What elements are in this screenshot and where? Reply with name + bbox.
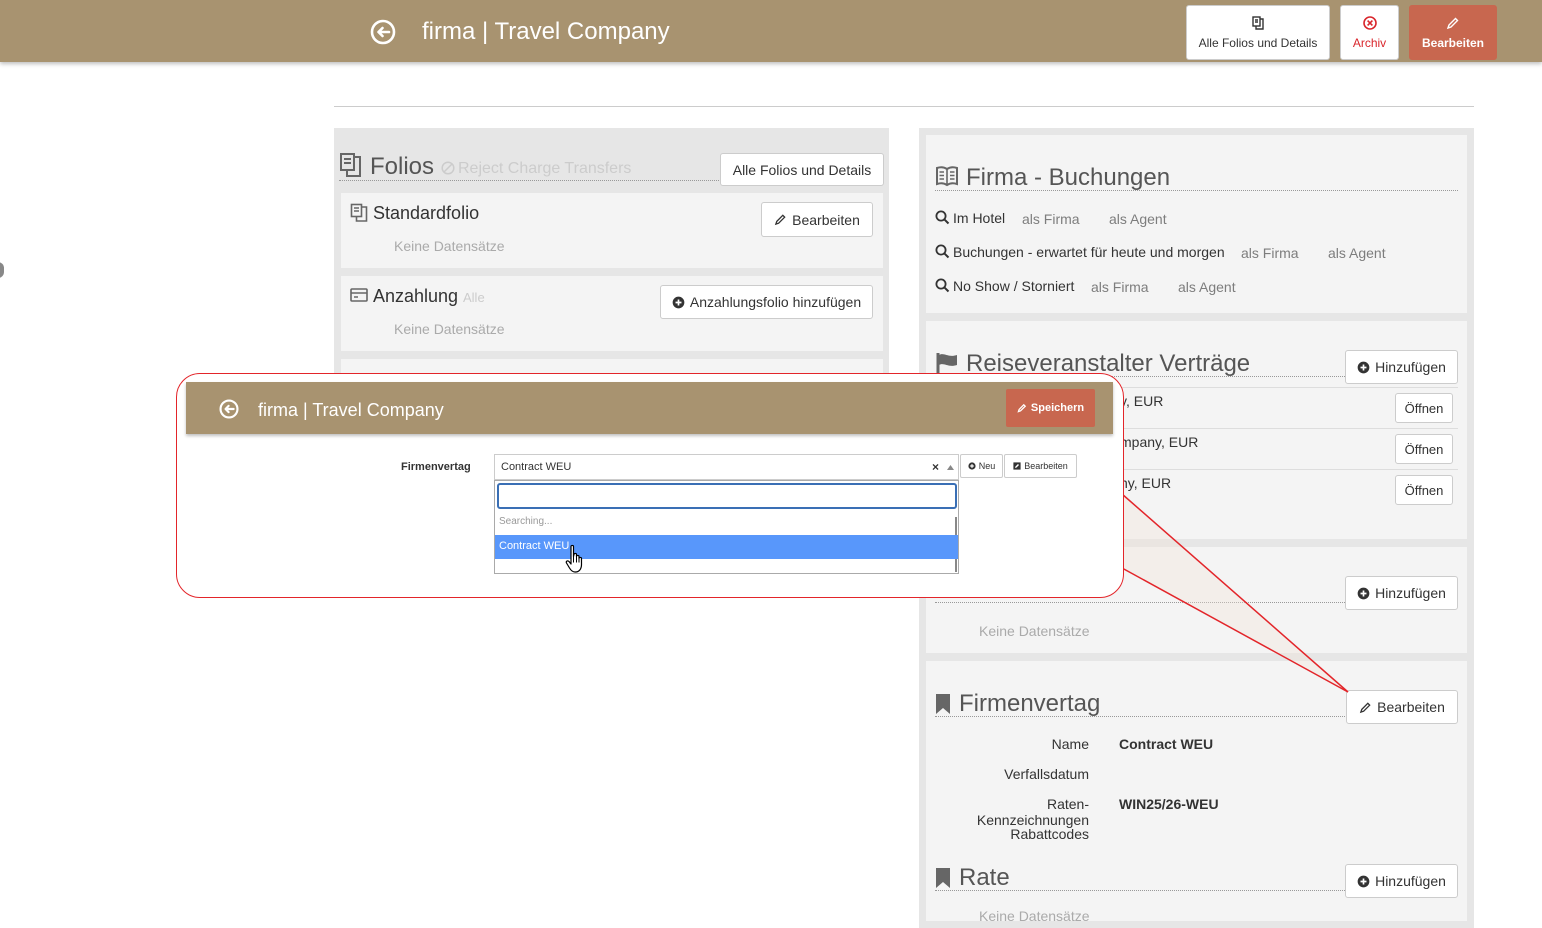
plus-circle-icon xyxy=(968,462,976,470)
company-contract-field-label: Firmenvertag xyxy=(401,461,471,473)
chevron-up-icon[interactable] xyxy=(947,465,954,470)
save-label: Speichern xyxy=(1030,402,1085,414)
edit-contract-label: Bearbeiten xyxy=(1024,461,1068,471)
new-contract-button[interactable]: Neu xyxy=(960,454,1003,478)
company-contract-select[interactable]: Contract WEU × xyxy=(494,454,959,480)
zoom-callout: firma | Travel Company Speichern Firmenv… xyxy=(176,373,1124,598)
back-circle-icon[interactable] xyxy=(219,399,239,419)
pencil-icon xyxy=(1017,403,1027,413)
dropdown-search-input[interactable] xyxy=(497,483,957,509)
new-contract-label: Neu xyxy=(978,461,996,471)
zoom-page-title: firma | Travel Company xyxy=(258,400,444,420)
select-value: Contract WEU xyxy=(501,461,572,473)
edit-square-icon xyxy=(1013,462,1021,470)
clear-selection-icon[interactable]: × xyxy=(932,460,939,474)
dropdown-option-label: Contract WEU xyxy=(499,540,570,552)
zoom-header-bar: firma | Travel Company Speichern xyxy=(186,382,1113,434)
searching-text: Searching... xyxy=(499,516,553,527)
hand-cursor-icon xyxy=(565,544,589,574)
edit-contract-button[interactable]: Bearbeiten xyxy=(1004,454,1077,478)
save-button[interactable]: Speichern xyxy=(1006,389,1095,427)
select-dropdown: Searching... Contract WEU xyxy=(494,480,959,574)
